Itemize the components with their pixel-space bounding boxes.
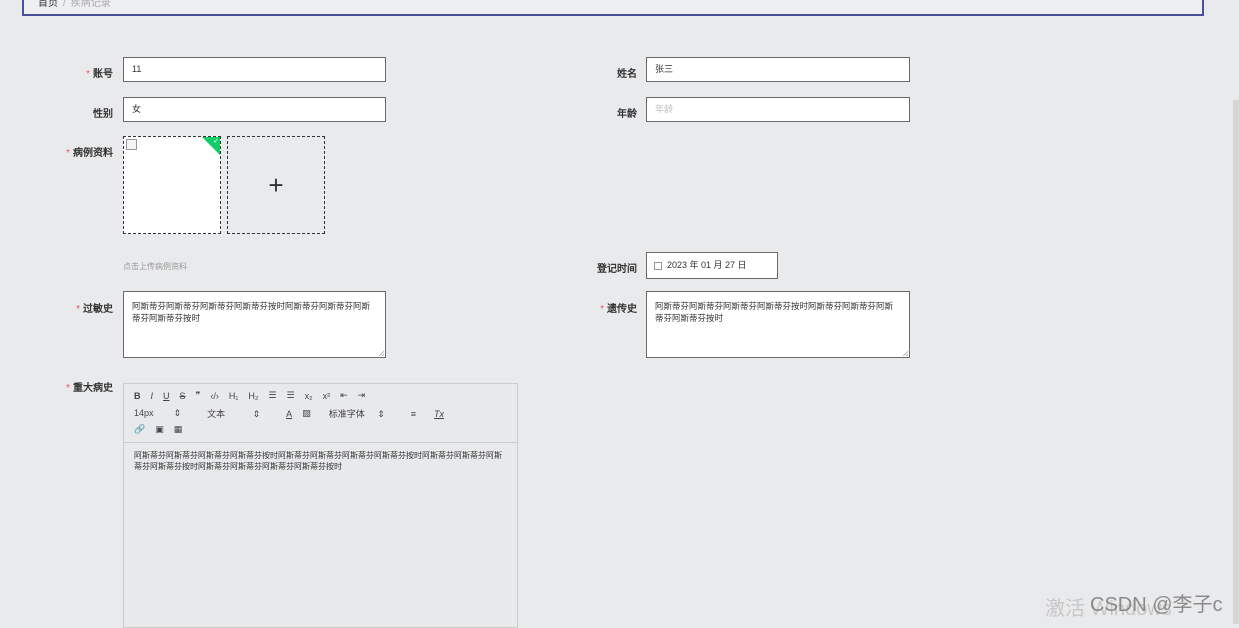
toolbar-row-insert: 🔗 ▣ ▦ xyxy=(134,424,192,435)
required-mark: * xyxy=(600,304,604,315)
indent-button[interactable]: ⇥ xyxy=(358,390,366,401)
select-arrow-icon: ⇕ xyxy=(173,408,182,418)
required-mark: * xyxy=(66,148,70,159)
clear-format-button[interactable]: Tx xyxy=(434,409,444,419)
breadcrumb-home[interactable]: 首页 xyxy=(38,0,58,9)
gender-label: 性别 xyxy=(93,109,113,120)
image-icon[interactable]: ▣ xyxy=(155,424,164,435)
gender-select[interactable]: 女 xyxy=(123,97,386,122)
heading2-button[interactable]: H₂ xyxy=(248,391,258,401)
outdent-button[interactable]: ⇤ xyxy=(340,390,348,401)
required-mark: * xyxy=(66,383,70,394)
page-scrollbar[interactable] xyxy=(1233,100,1239,624)
superscript-button[interactable]: x² xyxy=(323,391,331,401)
csdn-watermark: CSDN @李子c xyxy=(1090,594,1223,616)
allergy-label: * 过敏史 xyxy=(76,304,113,315)
bullet-list-button[interactable]: ☰ xyxy=(287,390,295,401)
toolbar-row-format: B I U S ❞ ‹/› H₁ H₂ ☰ ☰ x₂ x² ⇤ ⇥ xyxy=(134,390,375,401)
allergy-textarea[interactable]: 阿斯蒂芬阿斯蒂芬阿斯蒂芬阿斯蒂芬按时阿斯蒂芬阿斯蒂芬阿斯蒂芬阿斯蒂芬按时 xyxy=(123,291,386,358)
case-images-label: * 病例资料 xyxy=(66,148,113,159)
underline-button[interactable]: U xyxy=(163,391,170,401)
breadcrumb: 首页 / 疾病记录 xyxy=(38,0,111,9)
age-input[interactable]: 年龄 xyxy=(646,97,910,122)
italic-button[interactable]: I xyxy=(151,391,154,401)
code-button[interactable]: ‹/› xyxy=(210,391,219,401)
subscript-button[interactable]: x₂ xyxy=(305,391,313,401)
breadcrumb-current: 疾病记录 xyxy=(70,0,111,9)
block-type-select[interactable]: 文本 ⇕ xyxy=(207,407,260,420)
calendar-icon xyxy=(654,261,662,270)
font-family-select[interactable]: 标准字体 ⇕ xyxy=(329,407,385,420)
register-date-label: 登记时间 xyxy=(597,264,637,275)
breadcrumb-bar: 首页 / 疾病记录 xyxy=(22,0,1204,16)
check-icon: ✓ xyxy=(213,138,219,145)
toolbar-row-style: 14px ⇕ 文本 ⇕ A ▨ 标准字体 ⇕ ≡ Tx xyxy=(134,407,454,420)
name-input[interactable]: 张三 xyxy=(646,57,910,82)
required-mark: * xyxy=(86,69,90,80)
align-button[interactable]: ≡ xyxy=(411,409,416,419)
resize-handle[interactable] xyxy=(378,350,384,356)
font-size-select[interactable]: 14px ⇕ xyxy=(134,408,181,419)
bold-button[interactable]: B xyxy=(134,391,141,401)
add-image-button[interactable]: + xyxy=(227,136,325,234)
uploaded-image-thumbnail[interactable]: ✓ xyxy=(123,136,221,234)
font-color-button[interactable]: A xyxy=(286,409,292,419)
select-arrow-icon: ⇕ xyxy=(252,409,261,419)
quote-button[interactable]: ❞ xyxy=(196,390,201,401)
video-icon[interactable]: ▦ xyxy=(174,424,183,435)
register-date-input[interactable]: 2023 年 01 月 27 日 xyxy=(646,252,778,279)
background-color-button[interactable]: ▨ xyxy=(302,408,311,419)
age-label: 年龄 xyxy=(617,109,637,120)
breadcrumb-separator: / xyxy=(63,0,66,9)
genetic-label: * 遗传史 xyxy=(600,304,637,315)
heading1-button[interactable]: H₁ xyxy=(229,391,239,401)
plus-icon: + xyxy=(268,169,284,200)
name-label: 姓名 xyxy=(617,69,637,80)
broken-image-icon xyxy=(126,139,137,150)
account-label: * 账号 xyxy=(86,69,113,80)
major-history-label: * 重大病史 xyxy=(66,383,113,394)
editor-toolbar: B I U S ❞ ‹/› H₁ H₂ ☰ ☰ x₂ x² ⇤ ⇥ 14px ⇕… xyxy=(124,384,517,443)
upload-tip: 点击上传病例资料 xyxy=(123,262,187,271)
resize-handle[interactable] xyxy=(902,350,908,356)
strike-button[interactable]: S xyxy=(180,391,186,401)
genetic-textarea[interactable]: 阿斯蒂芬阿斯蒂芬阿斯蒂芬阿斯蒂芬按时阿斯蒂芬阿斯蒂芬阿斯蒂芬阿斯蒂芬按时 xyxy=(646,291,910,358)
account-input[interactable]: 11 xyxy=(123,57,386,82)
required-mark: * xyxy=(76,304,80,315)
select-arrow-icon: ⇕ xyxy=(377,409,385,419)
editor-content[interactable]: 阿斯蒂芬阿斯蒂芬阿斯蒂芬阿斯蒂芬按时阿斯蒂芬阿斯蒂芬阿斯蒂芬阿斯蒂芬按时阿斯蒂芬… xyxy=(124,443,517,479)
rich-text-editor[interactable]: B I U S ❞ ‹/› H₁ H₂ ☰ ☰ x₂ x² ⇤ ⇥ 14px ⇕… xyxy=(123,383,518,628)
ordered-list-button[interactable]: ☰ xyxy=(268,390,276,401)
link-icon[interactable]: 🔗 xyxy=(134,424,145,435)
